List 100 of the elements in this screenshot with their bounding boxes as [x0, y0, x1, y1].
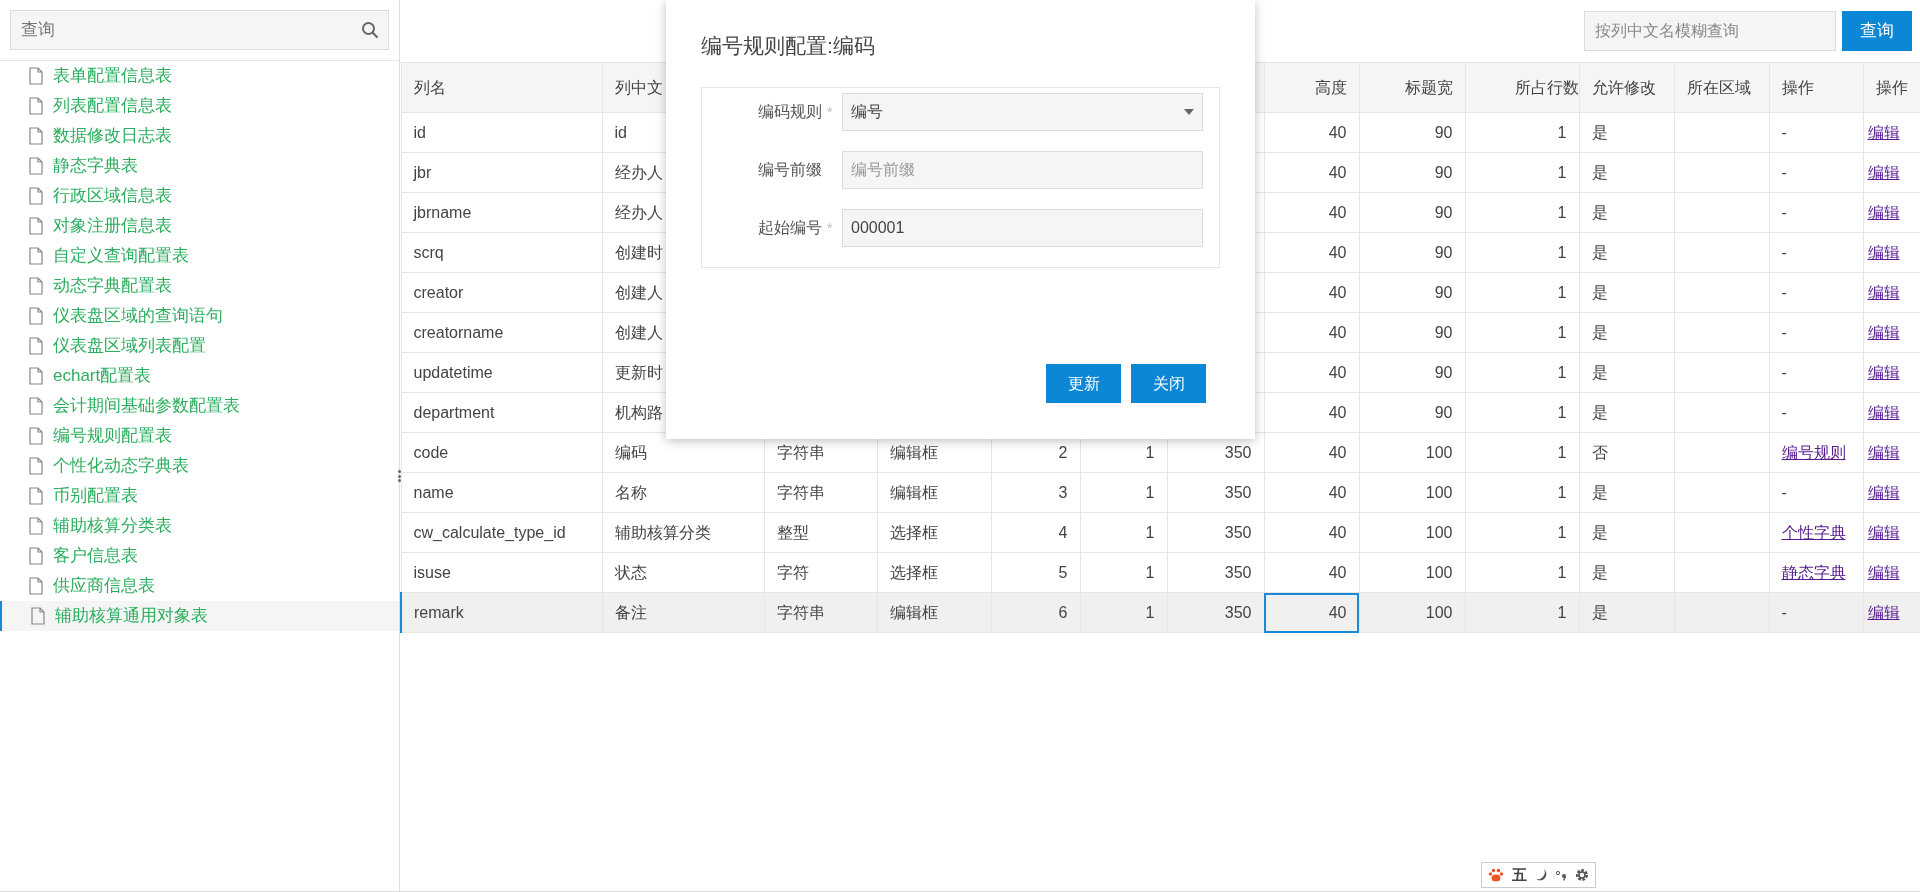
- table-cell: 100: [1359, 472, 1465, 513]
- table-cell: name: [401, 472, 602, 513]
- table-cell: 350: [1167, 472, 1264, 513]
- file-icon: [29, 367, 43, 385]
- table-cell: 40: [1264, 312, 1359, 353]
- table-cell: 是: [1579, 272, 1674, 313]
- dialog-button[interactable]: 更新: [1046, 364, 1121, 403]
- table-cell: 是: [1579, 112, 1674, 153]
- moon-icon[interactable]: [1535, 868, 1547, 882]
- column-header: 所在区域: [1674, 62, 1769, 113]
- input-mode-label[interactable]: 五: [1512, 863, 1527, 887]
- punctuation-icon[interactable]: [1555, 869, 1567, 881]
- search-icon[interactable]: [361, 21, 379, 39]
- table-cell: 字符: [764, 552, 877, 593]
- table-cell: -: [1781, 483, 1787, 501]
- table-row[interactable]: remark 备注 字符串 编辑框 6 1 350 40 100 1 是 - 编辑: [401, 592, 1920, 633]
- dialog-button[interactable]: 关闭: [1131, 364, 1206, 403]
- query-button[interactable]: 查询: [1841, 11, 1912, 51]
- table-cell: 是: [1579, 552, 1674, 593]
- search-field[interactable]: 查询: [10, 10, 389, 50]
- table-cell: 1: [1080, 512, 1167, 553]
- column-header: 操作: [1769, 62, 1863, 113]
- file-icon: [29, 247, 43, 265]
- table-cell: 40: [1264, 552, 1359, 593]
- table-cell: 备注: [602, 592, 764, 633]
- table-cell: updatetime: [401, 352, 602, 393]
- table-cell: scrq: [401, 232, 602, 273]
- table-cell: 90: [1359, 272, 1465, 313]
- table-cell: 是: [1579, 232, 1674, 273]
- table-cell: 40: [1264, 392, 1359, 433]
- table-cell: 5: [991, 552, 1080, 593]
- table-cell: cw_calculate_type_id: [401, 512, 602, 553]
- table-row[interactable]: isuse 状态 字符 选择框 5 1 350 40 100 1 是 静态字典 编辑: [401, 552, 1920, 593]
- file-icon: [29, 547, 43, 565]
- file-icon: [29, 127, 43, 145]
- table-cell: 是: [1579, 312, 1674, 353]
- input-field[interactable]: 000001: [842, 209, 1203, 247]
- file-icon: [29, 97, 43, 115]
- file-icon: [29, 337, 43, 355]
- settings-icon[interactable]: [1575, 868, 1589, 882]
- table-cell: 整型: [764, 512, 877, 553]
- table-cell: 1: [1465, 272, 1579, 313]
- file-icon: [29, 457, 43, 475]
- table-cell: 1: [1465, 472, 1579, 513]
- table-cell: 100: [1359, 552, 1465, 593]
- table-cell: 是: [1579, 472, 1674, 513]
- table-row[interactable]: name 名称 字符串 编辑框 3 1 350 40 100 1 是 - 编辑: [401, 472, 1920, 513]
- table-cell: -: [1781, 123, 1787, 141]
- paw-icon[interactable]: [1488, 868, 1504, 882]
- table-cell: 90: [1359, 192, 1465, 233]
- table-row[interactable]: cw_calculate_type_id 辅助核算分类 整型 选择框 4 1 350 40 100 1 是 个性字典 编辑: [401, 512, 1920, 553]
- table-cell: 1: [1465, 232, 1579, 273]
- table-cell: 1: [1080, 472, 1167, 513]
- table-cell: 1: [1465, 192, 1579, 233]
- table-cell: 字符串: [764, 472, 877, 513]
- table-cell: 40: [1264, 232, 1359, 273]
- column-header: 高度: [1264, 62, 1359, 113]
- table-cell: -: [1781, 363, 1787, 381]
- table-cell: 选择框: [877, 552, 991, 593]
- table-cell: 100: [1359, 512, 1465, 553]
- select-field[interactable]: 编号: [842, 93, 1203, 131]
- table-cell: 100: [1359, 592, 1465, 633]
- file-icon: [29, 67, 43, 85]
- table-cell: 40: [1264, 512, 1359, 553]
- file-icon: [29, 427, 43, 445]
- file-icon: [29, 217, 43, 235]
- table-cell: 40: [1264, 192, 1359, 233]
- table-cell: -: [1781, 243, 1787, 261]
- table-cell: 90: [1359, 112, 1465, 153]
- table-cell: 90: [1359, 312, 1465, 353]
- table-cell: -: [1781, 603, 1787, 621]
- input-field[interactable]: 编号前缀: [842, 151, 1203, 189]
- table-cell: 40: [1264, 592, 1359, 633]
- table-cell: 90: [1359, 232, 1465, 273]
- table-cell: 1: [1080, 592, 1167, 633]
- table-cell: 90: [1359, 352, 1465, 393]
- column-header: 所占行数: [1465, 62, 1579, 113]
- table-cell: 1: [1465, 112, 1579, 153]
- file-icon: [31, 607, 45, 625]
- table-cell: 40: [1264, 472, 1359, 513]
- file-icon: [29, 577, 43, 595]
- table-cell: jbrname: [401, 192, 602, 233]
- table-cell: -: [1781, 323, 1787, 341]
- table-cell: 350: [1167, 552, 1264, 593]
- table-cell: 1: [1465, 512, 1579, 553]
- splitter-handle[interactable]: [398, 470, 401, 482]
- table-cell: 40: [1264, 112, 1359, 153]
- table-cell: 1: [1465, 152, 1579, 193]
- table-cell: jbr: [401, 152, 602, 193]
- table-cell: 1: [1465, 312, 1579, 353]
- table-cell: department: [401, 392, 602, 433]
- table-cell: 是: [1579, 392, 1674, 433]
- table-cell: 是: [1579, 592, 1674, 633]
- table-cell: isuse: [401, 552, 602, 593]
- table-cell: creator: [401, 272, 602, 313]
- table-cell: 90: [1359, 152, 1465, 193]
- table-cell: 名称: [602, 472, 764, 513]
- search-field[interactable]: 按列中文名模糊查询: [1583, 11, 1836, 51]
- column-header: 标题宽: [1359, 62, 1465, 113]
- table-cell: 是: [1579, 512, 1674, 553]
